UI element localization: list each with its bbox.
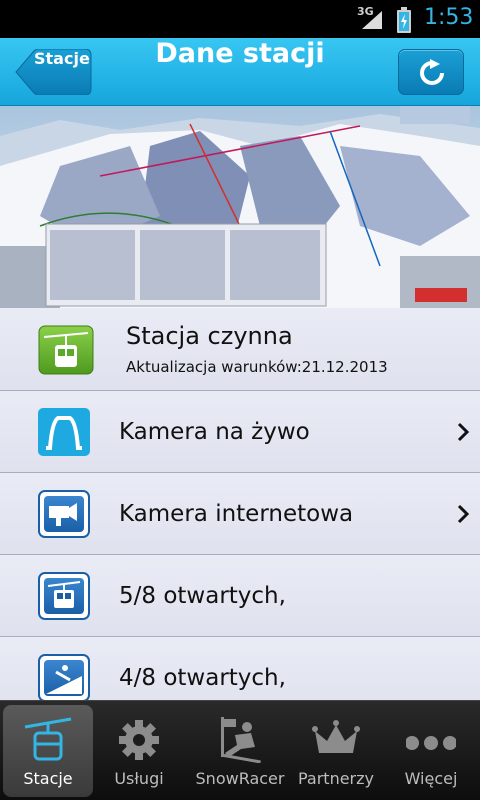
more-dots-icon [406, 736, 456, 750]
skier-icon [220, 717, 261, 763]
refresh-icon [420, 59, 444, 85]
tab-label: Usługi [114, 769, 164, 788]
back-button[interactable]: Stacje [14, 49, 92, 95]
list-item-label: Kamera internetowa [119, 501, 354, 527]
tab-label: Partnerzy [297, 769, 374, 788]
webcam-icon [38, 490, 90, 538]
app-header: Stacje Dane stacji [0, 38, 480, 106]
station-info-list: Stacja czynna Aktualizacja warunków:21.1… [0, 308, 480, 700]
station-status-row: Stacja czynna Aktualizacja warunków:21.1… [0, 308, 480, 391]
tab-uslugi[interactable]: Usługi [94, 705, 184, 797]
station-status: Stacja czynna [126, 322, 293, 350]
tab-partnerzy[interactable]: Partnerzy [291, 705, 381, 797]
clock: 1:53 [424, 5, 474, 30]
chevron-right-icon [457, 504, 470, 524]
conditions-update-date: Aktualizacja warunków:21.12.2013 [126, 358, 388, 376]
gondola-status-icon [38, 325, 94, 375]
list-item-label: 5/8 otwartych, [119, 583, 286, 609]
gondola-lift-icon [38, 572, 90, 620]
refresh-button[interactable] [398, 49, 464, 95]
tab-label: SnowRacer [195, 769, 285, 788]
tab-wiecej[interactable]: Więcej [386, 705, 476, 797]
live-camera-icon [38, 408, 90, 456]
list-item-label: 4/8 otwartych, [119, 665, 286, 691]
page-title: Dane stacji [155, 38, 325, 69]
battery-icon [397, 7, 411, 33]
ski-slope-icon [38, 654, 90, 700]
tab-label: Więcej [404, 769, 458, 788]
list-item-lifts-open[interactable]: 5/8 otwartych, [0, 555, 480, 637]
crown-icon [312, 720, 360, 753]
status-bar: 3G 1:53 [0, 0, 480, 38]
tab-stacje[interactable]: Stacje [3, 705, 93, 797]
bottom-tab-bar: Stacje Usługi SnowRacer Partnerzy Więcej [0, 700, 480, 800]
list-item-slopes-open[interactable]: 4/8 otwartych, [0, 637, 480, 700]
chevron-right-icon [457, 422, 470, 442]
list-item-webcam[interactable]: Kamera internetowa [0, 473, 480, 555]
signal-icon [362, 11, 382, 29]
list-item-label: Kamera na żywo [119, 419, 310, 445]
back-button-label: Stacje [34, 49, 90, 68]
list-item-live-camera[interactable]: Kamera na żywo [0, 391, 480, 473]
tab-snowracer[interactable]: SnowRacer [195, 705, 285, 797]
gondola-icon [24, 717, 72, 761]
gear-icon [119, 720, 159, 760]
ski-resort-map-image [0, 106, 480, 308]
